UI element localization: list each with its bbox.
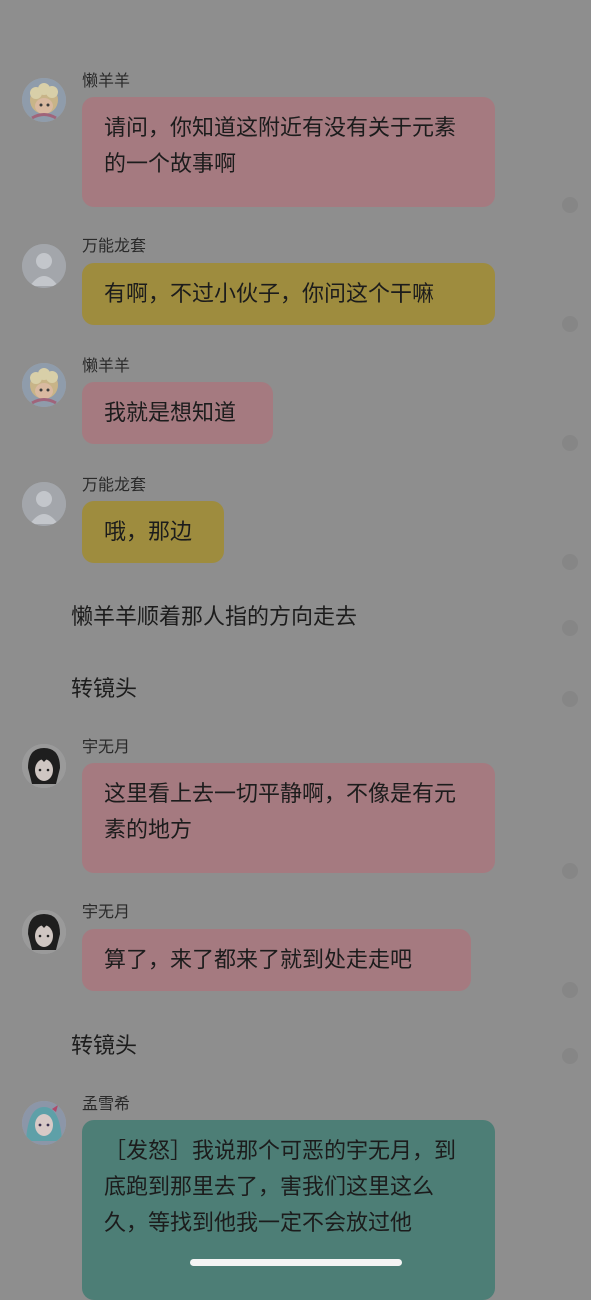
speaker-name: 懒羊羊: [82, 71, 131, 90]
message-bubble[interactable]: 哦，那边: [82, 501, 224, 563]
narration-text: 转镜头: [71, 1034, 138, 1059]
home-indicator[interactable]: [190, 1259, 402, 1266]
speaker-name: 孟雪希: [82, 1094, 131, 1113]
default-user-avatar[interactable]: [22, 482, 66, 526]
speaker-name: 万能龙套: [82, 236, 147, 255]
message-bubble[interactable]: 请问，你知道这附近有没有关于元素的一个故事啊: [82, 97, 495, 207]
message-bubble[interactable]: 有啊，不过小伙子，你问这个干嘛: [82, 263, 495, 325]
message-menu-dot[interactable]: [562, 982, 578, 998]
message-menu-dot[interactable]: [562, 435, 578, 451]
message-menu-dot[interactable]: [562, 691, 578, 707]
dark-hair-boy-avatar[interactable]: [22, 744, 66, 788]
message-bubble[interactable]: 我就是想知道: [82, 382, 273, 444]
message-menu-dot[interactable]: [562, 197, 578, 213]
message-menu-dot[interactable]: [562, 863, 578, 879]
message-bubble[interactable]: 这里看上去一切平静啊，不像是有元素的地方: [82, 763, 495, 873]
default-user-avatar[interactable]: [22, 244, 66, 288]
message-menu-dot[interactable]: [562, 1048, 578, 1064]
speaker-name: 万能龙套: [82, 475, 147, 494]
chat-story-screen: 懒羊羊 请问，你知道这附近有没有关于元素的一个故事啊 万能龙套 有啊，不过小伙子…: [0, 0, 591, 1300]
speaker-name: 宇无月: [82, 737, 131, 756]
lazy-sheep-avatar[interactable]: [22, 363, 66, 407]
narration-text: 转镜头: [71, 677, 138, 702]
narration-text: 懒羊羊顺着那人指的方向走去: [71, 605, 358, 630]
anime-girl-avatar[interactable]: [22, 1101, 66, 1145]
lazy-sheep-avatar[interactable]: [22, 78, 66, 122]
message-menu-dot[interactable]: [562, 554, 578, 570]
message-bubble[interactable]: ［发怒］我说那个可恶的宇无月，到底跑到那里去了，害我们这里这么久，等找到他我一定…: [82, 1120, 495, 1300]
speaker-name: 懒羊羊: [82, 356, 131, 375]
dark-hair-boy-avatar[interactable]: [22, 910, 66, 954]
message-menu-dot[interactable]: [562, 620, 578, 636]
speaker-name: 宇无月: [82, 902, 131, 921]
message-menu-dot[interactable]: [562, 316, 578, 332]
message-bubble[interactable]: 算了，来了都来了就到处走走吧: [82, 929, 471, 991]
